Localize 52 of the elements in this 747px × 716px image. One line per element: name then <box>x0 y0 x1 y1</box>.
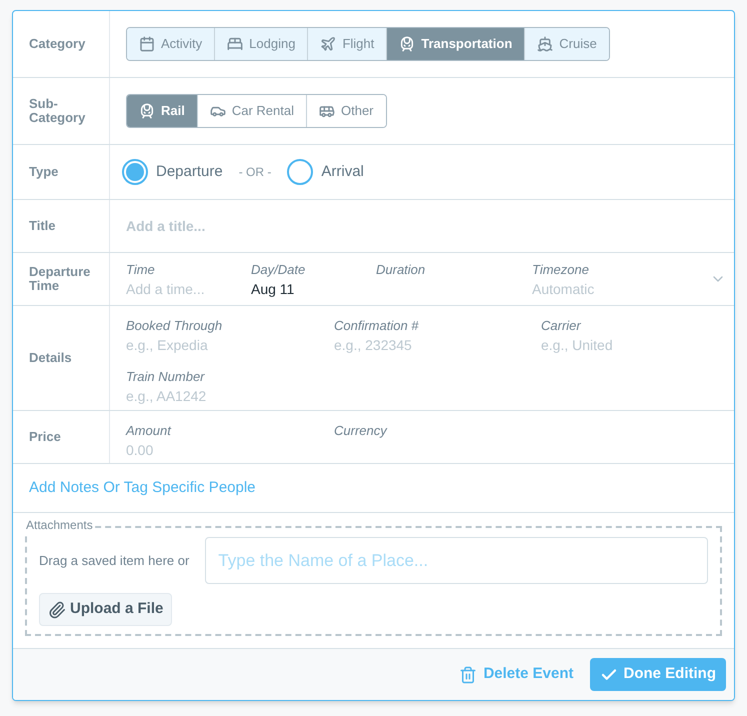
radio-button[interactable] <box>122 159 148 185</box>
row-label: Price <box>29 430 61 444</box>
calendar-icon <box>139 36 155 52</box>
done-button[interactable]: Done Editing <box>590 658 726 691</box>
row-label: Departure Time <box>29 265 92 293</box>
field-label: Booked Through <box>126 317 224 335</box>
bed-icon <box>227 36 244 52</box>
trash-icon <box>459 666 478 684</box>
delete-button[interactable]: Delete Event <box>459 663 574 686</box>
row-label: Category <box>29 37 86 51</box>
field-label: Timezone <box>532 260 590 278</box>
field-placeholder[interactable]: 0.00 <box>126 440 334 460</box>
row-label: Details <box>29 351 72 365</box>
row-label: Type <box>29 165 58 179</box>
radio-option[interactable]: Departure <box>122 159 223 185</box>
field-label: Train Number <box>126 368 206 386</box>
field-placeholder[interactable]: Add a time... <box>126 278 251 298</box>
place-field[interactable]: Type the Name of a Place... <box>205 537 708 584</box>
ship-icon <box>537 36 554 52</box>
add-notes-link[interactable]: Add Notes Or Tag Specific People <box>29 476 256 500</box>
segment-tab[interactable]: Activity <box>127 28 214 60</box>
date-value[interactable]: Aug 11 <box>251 278 376 298</box>
plane-icon <box>320 36 336 52</box>
or-separator: - OR - <box>238 164 272 181</box>
field-label: Duration <box>376 260 426 278</box>
paperclip-icon <box>48 600 66 618</box>
segment-tab[interactable]: Other <box>306 95 386 127</box>
row-label: Title <box>29 219 56 233</box>
radio-button[interactable] <box>287 159 314 185</box>
train-icon <box>399 36 416 52</box>
drag-hint: Drag a saved item here or <box>39 552 190 570</box>
field-label: Confirmation # <box>334 317 420 335</box>
segment-tab[interactable]: Rail <box>127 95 197 127</box>
field-label: Day/Date <box>251 260 306 278</box>
field-label: Currency <box>334 422 388 440</box>
upload-button[interactable]: Upload a File <box>39 593 172 626</box>
field-placeholder[interactable]: e.g., Expedia <box>126 335 334 355</box>
segment-tab[interactable]: Cruise <box>524 28 609 60</box>
field-placeholder[interactable]: Automatic <box>532 278 702 298</box>
field-label: Carrier <box>541 317 582 335</box>
radio-option[interactable]: Arrival <box>287 159 364 185</box>
field-placeholder[interactable]: e.g., United <box>541 335 721 355</box>
title-field[interactable]: Add a title... <box>126 216 718 236</box>
segment-tab[interactable]: Flight <box>307 28 386 60</box>
field-placeholder[interactable]: e.g., 232345 <box>334 335 541 355</box>
row-label: Sub-Category <box>29 97 86 125</box>
field-placeholder[interactable]: e.g., AA1242 <box>126 386 334 406</box>
segment-tab[interactable]: Transportation <box>386 28 524 60</box>
field-label: Amount <box>126 422 172 440</box>
segment-tab[interactable]: Lodging <box>214 28 308 60</box>
field-label: Time <box>126 260 156 278</box>
train-icon <box>139 103 155 119</box>
